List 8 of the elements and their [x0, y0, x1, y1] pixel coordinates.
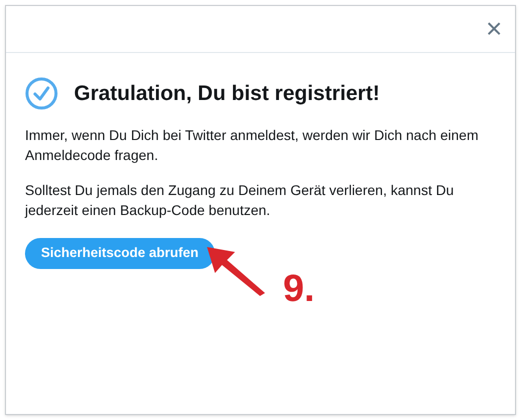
- arrow-icon: [205, 245, 267, 297]
- close-button[interactable]: ×: [481, 16, 507, 42]
- check-circle-icon: [25, 77, 58, 110]
- message-text: Solltest Du jemals den Zugang zu Deinem Gerät verlieren, kannst Du jederzeit einen Backup-Code benutzen.: [25, 181, 455, 220]
- dialog-title: Gratulation, Du bist registriert!: [74, 80, 380, 107]
- step-label: 9.: [283, 270, 315, 308]
- security-code-button[interactable]: Sicherheitscode abrufen: [25, 238, 215, 269]
- message-text: Immer, wenn Du Dich bei Twitter anmeldest, werden wir Dich nach einem Anmeldecode fragen.: [25, 126, 480, 165]
